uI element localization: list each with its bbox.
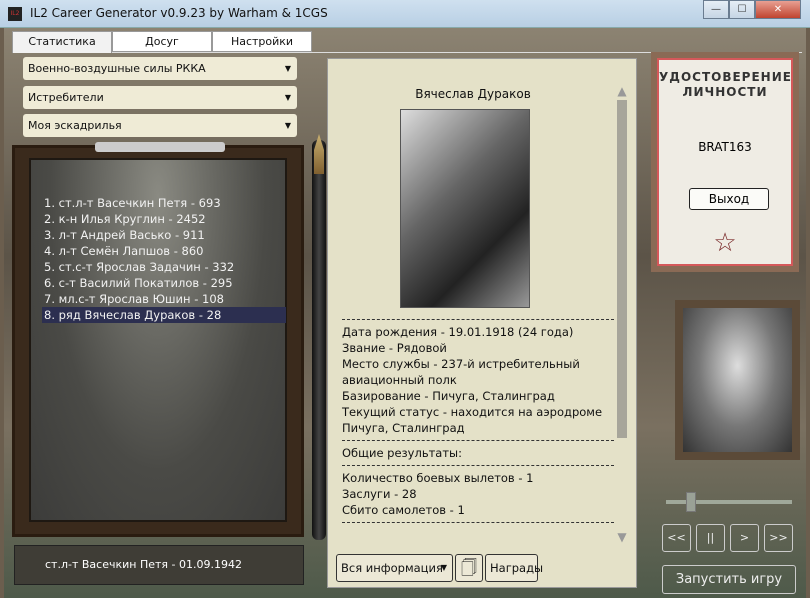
results-header: Общие результаты: bbox=[342, 446, 463, 460]
detail-birth: Дата рождения - 19.01.1918 (24 года) bbox=[342, 325, 574, 339]
volume-slider-thumb[interactable] bbox=[686, 492, 697, 512]
pause-button[interactable]: || bbox=[696, 524, 725, 552]
detail-unit: Место службы - 237-й истребительный авиа… bbox=[342, 357, 580, 387]
squadron-value: Моя эскадрилья bbox=[28, 119, 122, 132]
branch-value: Истребители bbox=[28, 91, 104, 104]
app-icon: IL2 bbox=[8, 7, 22, 21]
window-title: IL2 Career Generator v0.9.23 by Warham &… bbox=[30, 6, 328, 20]
copy-button[interactable]: 🗍 bbox=[455, 554, 483, 582]
pilot-list-item[interactable]: 5. ст.с-т Ярослав Задачин - 332 bbox=[42, 259, 286, 275]
id-card-title: УДОСТОВЕРЕНИЕ ЛИЧНОСТИ bbox=[659, 70, 792, 99]
result-merits: Заслуги - 28 bbox=[342, 487, 417, 501]
scroll-thumb[interactable] bbox=[617, 100, 627, 438]
previous-track-button[interactable]: << bbox=[662, 524, 691, 552]
copy-icon: 🗍 bbox=[461, 558, 477, 577]
scrollbar[interactable]: ▲ ▼ bbox=[616, 84, 628, 544]
pilot-list-item[interactable]: 4. л-т Семён Лапшов - 860 bbox=[42, 243, 286, 259]
next-track-button[interactable]: > bbox=[730, 524, 759, 552]
volume-slider[interactable] bbox=[666, 500, 792, 504]
lamp-icon bbox=[95, 142, 225, 152]
branch-select[interactable]: Истребители ▼ bbox=[23, 86, 297, 109]
tab-statistics[interactable]: Статистика bbox=[12, 31, 112, 53]
fast-forward-button[interactable]: >> bbox=[764, 524, 793, 552]
squadron-select[interactable]: Моя эскадрилья ▼ bbox=[23, 114, 297, 137]
awards-button[interactable]: Награды bbox=[485, 554, 543, 582]
info-filter-select[interactable]: Вся информация ▼ bbox=[336, 554, 453, 582]
pilot-list-item[interactable]: 1. ст.л-т Васечкин Петя - 693 bbox=[42, 195, 286, 211]
filter-value: Вся информация bbox=[341, 561, 443, 575]
chevron-down-icon: ▼ bbox=[440, 563, 447, 572]
username: BRAT163 bbox=[698, 140, 752, 154]
id-card: УДОСТОВЕРЕНИЕ ЛИЧНОСТИ BRAT163 Выход ☆ bbox=[651, 52, 799, 272]
pilot-list-item[interactable]: 2. к-н Илья Круглин - 2452 bbox=[42, 211, 286, 227]
title-bar: IL2 IL2 Career Generator v0.9.23 by Warh… bbox=[0, 0, 810, 28]
close-button[interactable]: ✕ bbox=[755, 0, 801, 19]
tab-settings[interactable]: Настройки bbox=[212, 31, 312, 52]
pilot-list-item[interactable]: 8. ряд Вячеслав Дураков - 28 bbox=[42, 307, 286, 323]
result-kills: Сбито самолетов - 1 bbox=[342, 503, 465, 517]
pilot-list-item[interactable]: 3. л-т Андрей Васько - 911 bbox=[42, 227, 286, 243]
red-star-icon: ☆ bbox=[713, 228, 737, 258]
status-bar: ст.л-т Васечкин Петя - 01.09.1942 bbox=[14, 545, 304, 585]
air-force-value: Военно-воздушные силы РККА bbox=[28, 62, 206, 75]
pilot-photo bbox=[400, 109, 530, 308]
minimize-button[interactable]: — bbox=[703, 0, 729, 19]
chevron-down-icon: ▼ bbox=[284, 121, 291, 130]
tab-bar: Статистика Досуг Настройки bbox=[12, 31, 312, 53]
pilot-list: 1. ст.л-т Васечкин Петя - 693 2. к-н Илья… bbox=[42, 195, 286, 323]
maximize-button[interactable]: ☐ bbox=[729, 0, 755, 19]
pilot-list-item[interactable]: 6. с-т Василий Покатилов - 295 bbox=[42, 275, 286, 291]
chevron-down-icon: ▼ bbox=[284, 93, 291, 102]
detail-status: Текущий статус - находится на аэродроме … bbox=[342, 405, 603, 435]
pen-icon bbox=[312, 134, 326, 540]
scroll-up-icon[interactable]: ▲ bbox=[616, 84, 628, 98]
detail-rank: Звание - Рядовой bbox=[342, 341, 447, 355]
pilot-list-item[interactable]: 7. мл.с-т Ярослав Юшин - 108 bbox=[42, 291, 286, 307]
launch-game-button[interactable]: Запустить игру bbox=[662, 565, 796, 594]
status-text: ст.л-т Васечкин Петя - 01.09.1942 bbox=[45, 558, 242, 571]
pilot-profile-panel: Вячеслав Дураков Дата рождения - 19.01.1… bbox=[327, 58, 637, 588]
logout-button[interactable]: Выход bbox=[689, 188, 769, 210]
scroll-down-icon[interactable]: ▼ bbox=[616, 530, 628, 544]
result-sorties: Количество боевых вылетов - 1 bbox=[342, 471, 534, 485]
tab-leisure[interactable]: Досуг bbox=[112, 31, 212, 52]
chevron-down-icon: ▼ bbox=[284, 64, 291, 73]
air-force-select[interactable]: Военно-воздушные силы РККА ▼ bbox=[23, 57, 297, 80]
pilot-info: Дата рождения - 19.01.1918 (24 года) Зва… bbox=[342, 315, 614, 527]
portrait bbox=[675, 300, 800, 460]
pilot-name: Вячеслав Дураков bbox=[415, 87, 531, 101]
detail-base: Базирование - Пичуга, Сталинград bbox=[342, 389, 555, 403]
